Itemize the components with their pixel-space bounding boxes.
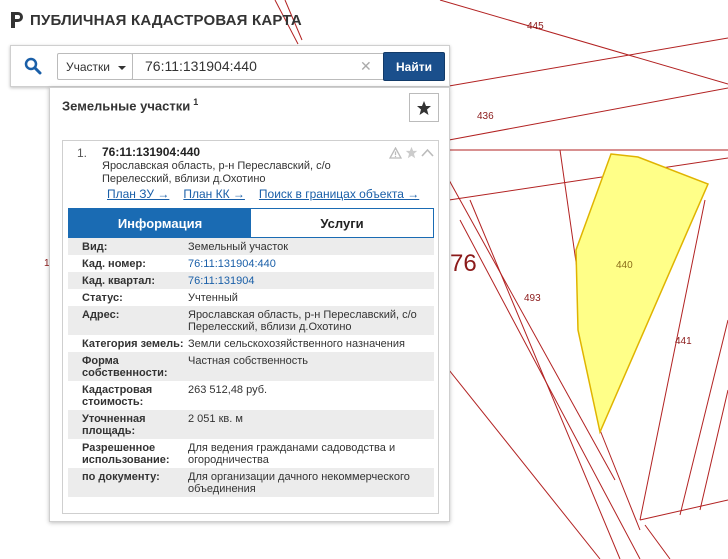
app-logo[interactable]: ПУБЛИЧНАЯ КАДАСТРОВАЯ КАРТА bbox=[10, 11, 302, 29]
table-row: Вид: Земельный участок bbox=[68, 238, 434, 255]
search-icon[interactable] bbox=[11, 46, 55, 86]
chevron-up-icon[interactable] bbox=[421, 148, 434, 158]
table-row: Категория земель: Земли сельскохозяйстве… bbox=[68, 335, 434, 352]
star-icon[interactable] bbox=[405, 146, 418, 159]
result-cad-id[interactable]: 76:11:131904:440 bbox=[102, 145, 200, 159]
prop-label: Кад. квартал: bbox=[82, 275, 156, 287]
prop-value: Земли сельскохозяйственного назначения bbox=[188, 338, 405, 350]
cad-quarter-link[interactable]: 76:11:131904 bbox=[188, 275, 434, 287]
result-card: 1. 76:11:131904:440 Ярославская область,… bbox=[62, 140, 439, 514]
card-links: План ЗУ → План КК → Поиск в границах объ… bbox=[107, 187, 419, 201]
result-count: 1 bbox=[193, 97, 199, 107]
table-row: Статус: Учтенный bbox=[68, 289, 434, 306]
clear-icon[interactable]: ✕ bbox=[360, 59, 372, 73]
prop-value: 2 051 кв. м bbox=[188, 413, 243, 425]
chevron-down-icon bbox=[118, 66, 126, 70]
selected-parcel bbox=[575, 153, 710, 435]
table-row: Форма собственности: Частная собственнос… bbox=[68, 352, 434, 381]
star-icon bbox=[417, 100, 431, 115]
warning-icon[interactable] bbox=[389, 146, 402, 159]
parcel-label-493: 493 bbox=[524, 293, 541, 304]
prop-value: Учтенный bbox=[188, 292, 238, 304]
result-tabs: Информация Услуги bbox=[68, 208, 434, 238]
parcel-label-441: 441 bbox=[675, 336, 692, 347]
prop-value: Частная собственность bbox=[188, 355, 309, 367]
table-row: Адрес: Ярославская область, р-н Переслав… bbox=[68, 306, 434, 335]
cad-number-link[interactable]: 76:11:131904:440 bbox=[188, 258, 434, 270]
prop-label: Статус: bbox=[82, 292, 123, 304]
app-title: ПУБЛИЧНАЯ КАДАСТРОВАЯ КАРТА bbox=[30, 11, 302, 29]
favorites-button[interactable] bbox=[409, 93, 439, 122]
search-in-bounds-link[interactable]: Поиск в границах объекта → bbox=[259, 187, 419, 201]
table-row: по документу: Для организации дачного не… bbox=[68, 468, 434, 497]
prop-label: Кад. номер: bbox=[82, 258, 146, 270]
result-address: Ярославская область, р-н Переславский, с… bbox=[102, 160, 331, 185]
table-row: Уточненная площадь: 2 051 кв. м bbox=[68, 410, 434, 439]
panel-title: Земельные участки 1 bbox=[62, 97, 198, 113]
prop-label: Уточненная площадь: bbox=[82, 413, 146, 437]
plan-kk-link[interactable]: План КК → bbox=[183, 187, 245, 201]
prop-value: Земельный участок bbox=[188, 241, 289, 253]
parcel-label-445: 445 bbox=[527, 21, 544, 32]
table-row: Разрешенное использование: Для ведения г… bbox=[68, 439, 434, 468]
card-actions bbox=[389, 146, 434, 159]
plan-zu-link[interactable]: План ЗУ → bbox=[107, 187, 169, 201]
tab-services[interactable]: Услуги bbox=[251, 209, 433, 237]
tab-info[interactable]: Информация bbox=[69, 209, 251, 237]
prop-label: Категория земель: bbox=[82, 338, 184, 350]
find-button[interactable]: Найти bbox=[383, 52, 445, 81]
result-number: 1. bbox=[77, 146, 88, 160]
prop-value: 263 512,48 руб. bbox=[188, 384, 268, 396]
logo-icon bbox=[11, 12, 23, 28]
table-row: Кад. квартал: 76:11:131904 bbox=[68, 272, 434, 289]
properties-table: Вид: Земельный участок Кад. номер: 76:11… bbox=[68, 238, 434, 497]
results-panel: Земельные участки 1 1. 76:11:131904:440 Я… bbox=[49, 87, 450, 522]
prop-label: Адрес: bbox=[82, 309, 120, 321]
table-row: Кад. номер: 76:11:131904:440 bbox=[68, 255, 434, 272]
prop-label: по документу: bbox=[82, 471, 160, 483]
search-type-select[interactable]: Участки bbox=[57, 53, 133, 80]
search-input[interactable]: 76:11:131904:440 bbox=[132, 53, 384, 80]
search-type-value: Участки bbox=[66, 59, 110, 74]
prop-value: Для организации дачного некоммерческого … bbox=[188, 471, 410, 495]
prop-label: Кадастровая стоимость: bbox=[82, 384, 153, 408]
prop-value: Ярославская область, р-н Переславский, с… bbox=[188, 309, 417, 333]
quarter-label: 76 bbox=[450, 250, 477, 277]
prop-value: Для ведения гражданами садоводства и ого… bbox=[188, 442, 396, 466]
prop-label: Разрешенное использование: bbox=[82, 442, 170, 466]
search-bar: Участки 76:11:131904:440 ✕ Найти bbox=[10, 45, 450, 87]
prop-label: Вид: bbox=[82, 241, 108, 253]
prop-label: Форма собственности: bbox=[82, 355, 168, 379]
panel-title-text: Земельные участки bbox=[62, 98, 191, 114]
parcel-label-440: 440 bbox=[616, 260, 633, 271]
table-row: Кадастровая стоимость: 263 512,48 руб. bbox=[68, 381, 434, 410]
parcel-label-436: 436 bbox=[477, 111, 494, 122]
